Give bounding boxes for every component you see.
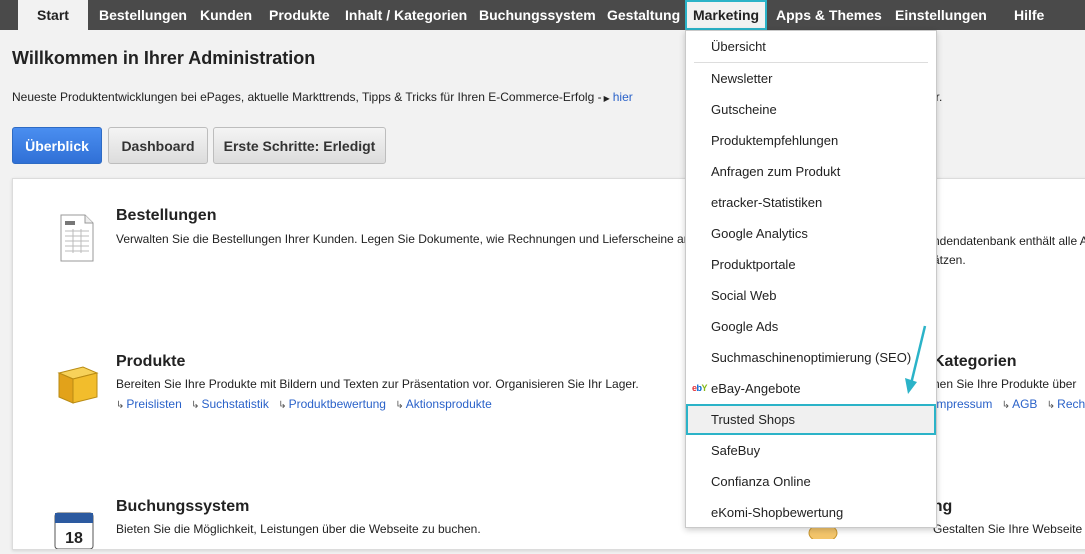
- link-preislisten[interactable]: Preislisten: [126, 397, 181, 411]
- nav-kunden[interactable]: Kunden: [200, 0, 252, 30]
- customers-text-line2: ätzen.: [933, 253, 966, 267]
- tab-dashboard[interactable]: Dashboard: [108, 127, 208, 164]
- nav-marketing[interactable]: Marketing: [685, 0, 767, 30]
- link-arrow-icon: ↳: [278, 400, 287, 411]
- link-arrow-icon: ↳: [1001, 400, 1011, 411]
- products-title[interactable]: Produkte: [116, 353, 185, 371]
- menu-item-trusted-shops[interactable]: Trusted Shops: [686, 404, 936, 435]
- nav-start[interactable]: Start: [18, 0, 88, 30]
- link-arrow-icon: ↳: [191, 400, 200, 411]
- intro-line: Neueste Produktentwicklungen bei ePages,…: [12, 90, 942, 104]
- nav-produkte[interactable]: Produkte: [269, 0, 330, 30]
- calendar-icon: 18: [53, 509, 97, 554]
- booking-title[interactable]: Buchungssystem: [116, 498, 249, 516]
- link-agb[interactable]: AGB: [1012, 397, 1037, 411]
- link-impressum[interactable]: Impressum: [933, 397, 992, 411]
- products-text: Bereiten Sie Ihre Produkte mit Bildern u…: [116, 377, 639, 391]
- link-arrow-icon: ↳: [395, 400, 404, 411]
- menu-item-produktempfehlungen[interactable]: Produktempfehlungen: [686, 125, 936, 156]
- menu-item-produktportale[interactable]: Produktportale: [686, 249, 936, 280]
- categories-title[interactable]: Kategorien: [933, 353, 1017, 371]
- menu-item-ebay-label: eBay-Angebote: [711, 381, 801, 396]
- marketing-dropdown: Übersicht Newsletter Gutscheine Produkte…: [685, 30, 937, 528]
- menu-item-etracker[interactable]: etracker-Statistiken: [686, 187, 936, 218]
- page-title: Willkommen in Ihrer Administration: [12, 48, 316, 68]
- menu-item-social-web[interactable]: Social Web: [686, 280, 936, 311]
- orders-text: Verwalten Sie die Bestellungen Ihrer Kun…: [116, 232, 686, 246]
- nav-hilfe[interactable]: Hilfe: [1014, 0, 1044, 30]
- menu-item-anfragen[interactable]: Anfragen zum Produkt: [686, 156, 936, 187]
- menu-item-gutscheine[interactable]: Gutscheine: [686, 94, 936, 125]
- menu-item-confianza-online[interactable]: Confianza Online: [686, 466, 936, 497]
- nav-bestellungen[interactable]: Bestellungen: [99, 0, 187, 30]
- menu-item-safebuy[interactable]: SafeBuy: [686, 435, 936, 466]
- intro-link[interactable]: hier: [613, 90, 633, 104]
- nav-einstellungen[interactable]: Einstellungen: [895, 0, 987, 30]
- tab-overview[interactable]: Überblick: [12, 127, 102, 164]
- invoice-document-icon: [57, 213, 97, 268]
- nav-buchungssystem[interactable]: Buchungssystem: [479, 0, 596, 30]
- nav-gestaltung[interactable]: Gestaltung: [607, 0, 680, 30]
- link-rech[interactable]: Rech: [1057, 397, 1085, 411]
- calendar-day: 18: [65, 530, 83, 547]
- menu-item-google-analytics[interactable]: Google Analytics: [686, 218, 936, 249]
- link-aktionsprodukte[interactable]: Aktionsprodukte: [406, 397, 492, 411]
- intro-text: Neueste Produktentwicklungen bei ePages,…: [12, 90, 602, 104]
- link-arrow-icon: ↳: [1046, 400, 1056, 411]
- link-arrow-icon: ↳: [116, 400, 125, 411]
- menu-item-ekomi[interactable]: eKomi-Shopbewertung: [686, 497, 936, 528]
- menu-item-uebersicht[interactable]: Übersicht: [686, 31, 936, 62]
- customers-text-line1: ndendatenbank enthält alle Ad: [933, 234, 1085, 248]
- link-suchstatistik[interactable]: Suchstatistik: [201, 397, 268, 411]
- categories-text: nen Sie Ihre Produkte über: [933, 377, 1077, 391]
- ebay-logo-icon: ebY: [692, 383, 708, 393]
- annotation-arrow-icon: [905, 325, 927, 394]
- arrow-right-icon: ▶: [603, 94, 610, 103]
- menu-item-newsletter[interactable]: Newsletter: [686, 63, 936, 94]
- nav-apps-themes[interactable]: Apps & Themes: [776, 0, 882, 30]
- products-links: ↳ Preislisten ↳ Suchstatistik ↳ Produktbewe…: [116, 397, 492, 411]
- product-box-icon: [53, 359, 101, 412]
- nav-inhalt-kategorien[interactable]: Inhalt / Kategorien: [345, 0, 467, 30]
- tab-first-steps[interactable]: Erste Schritte: Erledigt: [213, 127, 386, 164]
- categories-links: Impressum ↳ AGB ↳ Rech: [933, 397, 1085, 411]
- orders-title[interactable]: Bestellungen: [116, 207, 216, 225]
- top-navigation: Start Bestellungen Kunden Produkte Inhal…: [0, 0, 1085, 30]
- link-produktbewertung[interactable]: Produktbewertung: [289, 397, 386, 411]
